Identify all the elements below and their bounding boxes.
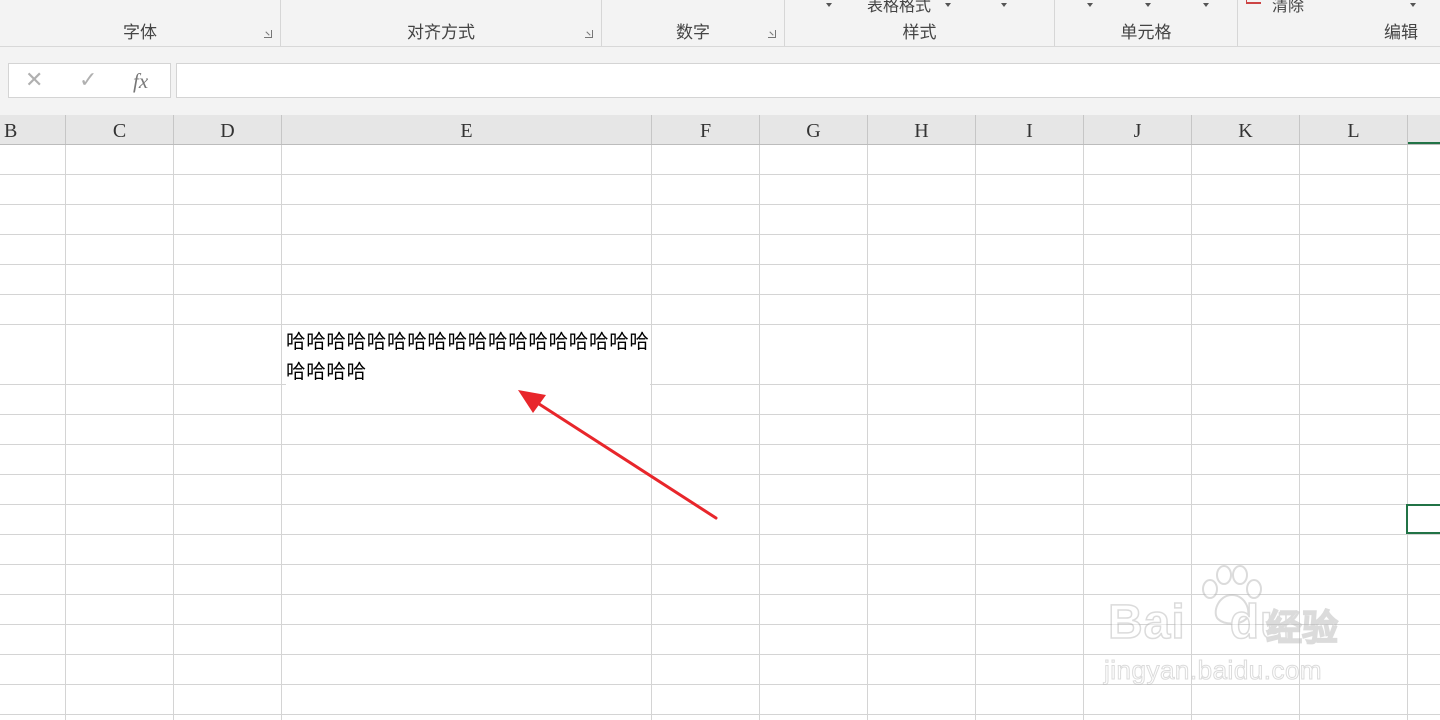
font-dialog-launcher-icon[interactable] — [264, 30, 272, 38]
delete-dropdown-icon[interactable] — [1145, 3, 1151, 7]
gridline — [0, 444, 1440, 445]
formula-bar-area: ✕ ✓ fx — [0, 47, 1440, 115]
column-header-b[interactable]: B — [0, 115, 66, 144]
formula-buttons: ✕ ✓ fx — [8, 63, 171, 98]
column-header-f[interactable]: F — [652, 115, 760, 144]
cell-e7-wrapped-text[interactable]: 哈哈哈哈哈哈哈哈哈哈哈哈哈哈哈哈哈哈哈哈哈哈 — [286, 327, 650, 387]
formula-input[interactable] — [176, 63, 1440, 98]
active-cell-selection[interactable] — [1406, 504, 1440, 534]
insert-dropdown-icon[interactable] — [1087, 3, 1093, 7]
ribbon: 字体 对齐方式 数字 表格格式 样式 单元格 清除 编辑 — [0, 0, 1440, 47]
gridline — [0, 324, 1440, 325]
gridline — [1083, 145, 1084, 720]
column-header-e[interactable]: E — [282, 115, 652, 144]
gridline — [0, 534, 1440, 535]
gridline — [0, 714, 1440, 715]
gridline — [65, 145, 66, 720]
ribbon-group-number-label: 数字 — [676, 23, 710, 43]
ribbon-group-editing-label: 编辑 — [1384, 23, 1418, 43]
gridline — [0, 474, 1440, 475]
column-header-h[interactable]: H — [868, 115, 976, 144]
watermark-cn: 经验 — [1265, 607, 1339, 650]
column-header-j[interactable]: J — [1084, 115, 1192, 144]
gridline — [1407, 145, 1408, 720]
watermark-brand: Bai du — [1107, 595, 1291, 650]
ribbon-group-editing: 清除 编辑 — [1238, 0, 1440, 46]
watermark-url: jingyan.baidu.com — [1103, 655, 1323, 686]
gridline — [651, 145, 652, 720]
conditional-format-dropdown-icon[interactable] — [826, 3, 832, 7]
ribbon-group-cells: 单元格 — [1055, 0, 1238, 46]
column-header-i[interactable]: I — [976, 115, 1084, 144]
column-header-c[interactable]: C — [66, 115, 174, 144]
baidu-jingyan-watermark: Bai du 经验 jingyan.baidu.com — [1100, 565, 1400, 695]
cell-style-dropdown-icon[interactable] — [1001, 3, 1007, 7]
gridline — [867, 145, 868, 720]
clear-dropdown-icon[interactable] — [1410, 3, 1416, 7]
eraser-icon — [1246, 0, 1261, 4]
column-header-l[interactable]: L — [1300, 115, 1408, 144]
ribbon-group-alignment: 对齐方式 — [281, 0, 602, 46]
ribbon-group-cells-label: 单元格 — [1120, 23, 1172, 43]
gridline — [0, 204, 1440, 205]
table-format-dropdown-icon[interactable] — [945, 3, 951, 7]
gridline — [759, 145, 760, 720]
gridline — [281, 145, 282, 720]
cancel-icon[interactable]: ✕ — [25, 66, 43, 96]
enter-icon[interactable]: ✓ — [79, 66, 97, 96]
number-dialog-launcher-icon[interactable] — [768, 30, 776, 38]
gridline — [173, 145, 174, 720]
gridline — [0, 174, 1440, 175]
column-header-k[interactable]: K — [1192, 115, 1300, 144]
ribbon-group-styles: 表格格式 样式 — [785, 0, 1055, 46]
table-format-button[interactable]: 表格格式 — [867, 0, 931, 16]
column-header-d[interactable]: D — [174, 115, 282, 144]
format-dropdown-icon[interactable] — [1203, 3, 1209, 7]
ribbon-group-font-label: 字体 — [123, 23, 157, 43]
gridline — [0, 384, 1440, 385]
ribbon-group-alignment-label: 对齐方式 — [407, 23, 475, 43]
column-header-row: B C D E F G H I J K L — [0, 115, 1440, 145]
clear-button[interactable]: 清除 — [1272, 0, 1304, 16]
ribbon-group-number: 数字 — [602, 0, 785, 46]
ribbon-group-styles-label: 样式 — [902, 23, 937, 43]
gridline — [975, 145, 976, 720]
gridline — [0, 264, 1440, 265]
gridline — [0, 294, 1440, 295]
column-header-g[interactable]: G — [760, 115, 868, 144]
alignment-dialog-launcher-icon[interactable] — [585, 30, 593, 38]
column-header-m-partial[interactable] — [1408, 115, 1440, 144]
gridline — [0, 414, 1440, 415]
gridline — [0, 504, 1440, 505]
ribbon-group-font: 字体 — [0, 0, 281, 46]
gridline — [0, 234, 1440, 235]
insert-function-icon[interactable]: fx — [133, 66, 148, 96]
